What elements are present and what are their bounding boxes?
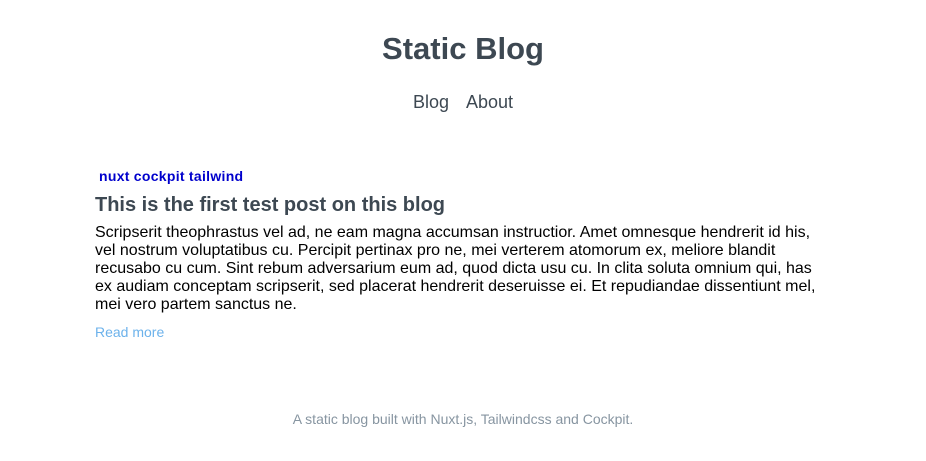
tag-tailwind[interactable]: tailwind (189, 168, 244, 184)
site-footer: A static blog built with Nuxt.js, Tailwi… (292, 411, 634, 427)
nav-link-blog[interactable]: Blog (413, 92, 449, 112)
tag-nuxt[interactable]: nuxt (99, 168, 130, 184)
site-title: Static Blog (382, 31, 544, 66)
page: Static Blog Blog About nuxt cockpit tailwi… (0, 0, 926, 461)
read-more-link[interactable]: Read more (95, 323, 164, 341)
tag-cockpit[interactable]: cockpit (134, 168, 185, 184)
post-tags: nuxt cockpit tailwind (99, 166, 825, 186)
post-excerpt: Scripserit theophrastus vel ad, ne eam m… (95, 224, 816, 313)
nav-link-about[interactable]: About (466, 92, 513, 112)
post-card: nuxt cockpit tailwind This is the first te… (95, 166, 825, 342)
post-title: This is the first test post on this blog (95, 194, 446, 216)
main-nav: Blog About (0, 90, 926, 114)
